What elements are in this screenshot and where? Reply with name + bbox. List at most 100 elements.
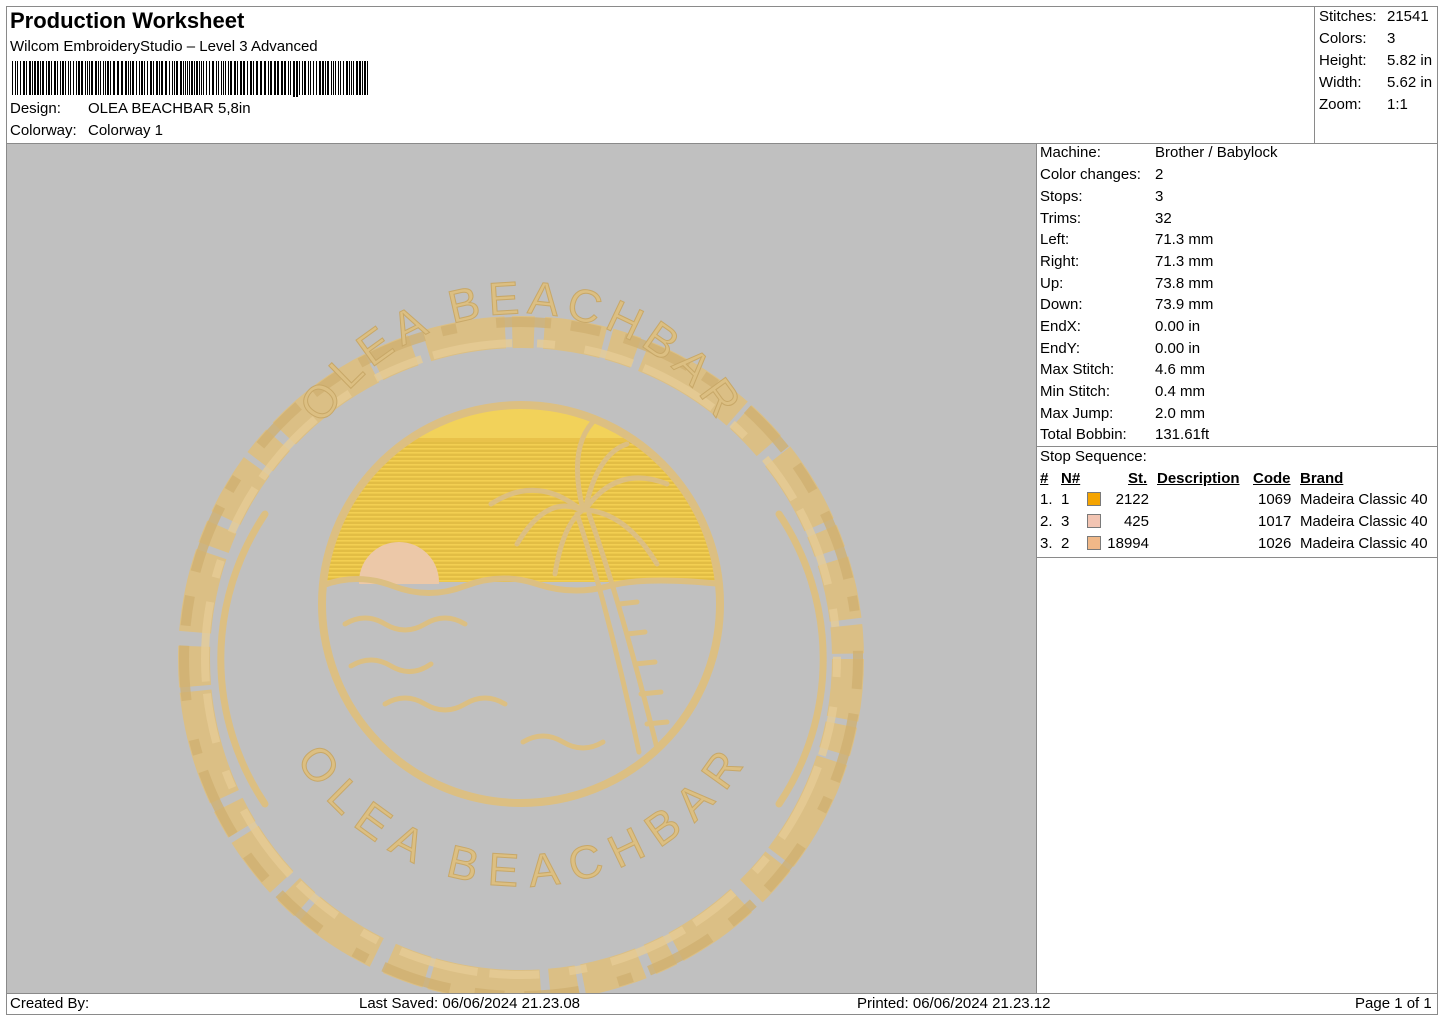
barcode-bar <box>199 61 200 95</box>
info-label: Max Stitch: <box>1040 361 1115 378</box>
stop-sequence-title: Stop Sequence: <box>1040 448 1147 465</box>
barcode-bar <box>176 61 178 95</box>
row-num: 3. <box>1040 535 1053 552</box>
barcode-bar <box>34 61 36 95</box>
barcode-bar <box>338 61 339 95</box>
info-value: 2 <box>1155 166 1164 183</box>
barcode-bar <box>296 61 298 97</box>
barcode-bar <box>12 61 13 95</box>
info-label: Left: <box>1040 231 1070 248</box>
info-label: EndX: <box>1040 318 1081 335</box>
barcode-bar <box>187 61 188 95</box>
barcode-bar <box>37 61 39 95</box>
info-value: 131.61ft <box>1155 426 1210 443</box>
barcode-bar <box>281 61 283 95</box>
stats-panel: Stitches: 21541 Colors: 3 Height: 5.82 i… <box>1314 6 1438 143</box>
row-code: 1026 <box>1258 535 1292 552</box>
barcode-bar <box>270 61 272 95</box>
barcode-bar <box>68 61 69 95</box>
last-saved: Last Saved: 06/06/2024 21.23.08 <box>359 995 581 1012</box>
row-needle: 3 <box>1061 513 1070 530</box>
barcode-bar <box>234 61 236 95</box>
barcode-bar <box>48 61 50 95</box>
barcode-bar <box>32 61 33 95</box>
barcode-bar <box>85 61 86 95</box>
barcode-bar <box>203 61 204 95</box>
barcode-bar <box>212 61 214 95</box>
barcode-bar <box>268 61 269 95</box>
barcode-bar <box>46 61 47 95</box>
row-brand: Madeira Classic 40 <box>1300 491 1428 508</box>
worksheet-header: Production Worksheet Wilcom EmbroiderySt… <box>6 6 1314 143</box>
row-code: 1069 <box>1258 491 1292 508</box>
stat-value: 5.62 in <box>1387 74 1433 91</box>
barcode-bar <box>290 61 291 95</box>
divider <box>1036 143 1037 993</box>
embroidery-design-image: OLEA BEACHBAR OLEA BEACHBAR <box>178 270 864 1002</box>
barcode-bar <box>103 61 104 95</box>
barcode-bar <box>172 61 173 95</box>
design-label: Design: <box>10 100 61 117</box>
stat-value: 5.82 in <box>1387 52 1433 69</box>
barcode-bar <box>343 61 344 95</box>
row-code: 1017 <box>1258 513 1292 530</box>
info-label: Down: <box>1040 296 1083 313</box>
stat-label: Width: <box>1319 74 1362 91</box>
barcode-bar <box>159 61 160 95</box>
barcode-bar <box>299 61 300 95</box>
col-header-description: Description <box>1157 470 1240 487</box>
barcode-bar <box>130 61 131 95</box>
row-brand: Madeira Classic 40 <box>1300 513 1428 530</box>
row-brand: Madeira Classic 40 <box>1300 535 1428 552</box>
barcode-bar <box>95 61 97 95</box>
info-value: 73.9 mm <box>1155 296 1214 313</box>
row-needle: 2 <box>1061 535 1070 552</box>
barcode-bar <box>105 61 106 95</box>
barcode-bar <box>221 61 222 95</box>
page-title: Production Worksheet <box>10 8 245 33</box>
barcode-bar <box>144 61 145 95</box>
info-value: 2.0 mm <box>1155 405 1206 422</box>
stat-label: Zoom: <box>1319 96 1362 113</box>
info-value: 71.3 mm <box>1155 253 1214 270</box>
created-by: Created By: <box>10 995 90 1012</box>
divider <box>1037 446 1437 447</box>
barcode-bar <box>121 61 123 95</box>
barcode-bar <box>117 61 119 95</box>
barcode-bar <box>70 61 71 95</box>
info-label: Stops: <box>1040 188 1083 205</box>
barcode-bar <box>243 61 245 95</box>
barcode-bar <box>76 61 77 95</box>
barcode-bar <box>302 61 303 95</box>
col-header-num: # <box>1040 470 1049 487</box>
barcode-bar <box>183 61 184 95</box>
design-value: OLEA BEACHBAR 5,8in <box>88 100 251 117</box>
barcode-bar <box>87 61 88 95</box>
color-swatch <box>1087 492 1101 506</box>
info-value: 4.6 mm <box>1155 361 1206 378</box>
barcode-bar <box>316 61 317 95</box>
barcode-bar <box>161 61 163 95</box>
stat-label: Colors: <box>1319 30 1367 47</box>
barcode-bar <box>340 61 341 95</box>
barcode-bar <box>308 61 309 95</box>
row-stitches: 425 <box>1123 513 1149 530</box>
barcode-bar <box>136 61 137 95</box>
stat-value: 21541 <box>1387 8 1429 25</box>
barcode-bar <box>237 61 238 95</box>
barcode-bar <box>356 61 358 95</box>
barcode-bar <box>194 61 195 95</box>
row-stitches: 18994 <box>1107 535 1149 552</box>
barcode-bar <box>20 61 21 95</box>
info-value: 71.3 mm <box>1155 231 1214 248</box>
info-label: Up: <box>1040 275 1064 292</box>
barcode-bar <box>26 61 27 95</box>
barcode-bar <box>223 61 224 95</box>
barcode-bar <box>113 61 115 95</box>
stat-value: 1:1 <box>1387 96 1408 113</box>
barcode-bar <box>23 61 25 95</box>
barcode-bar <box>331 61 332 95</box>
barcode-bar <box>150 61 152 95</box>
colorway-value: Colorway 1 <box>88 122 164 139</box>
barcode-bar <box>201 61 202 95</box>
